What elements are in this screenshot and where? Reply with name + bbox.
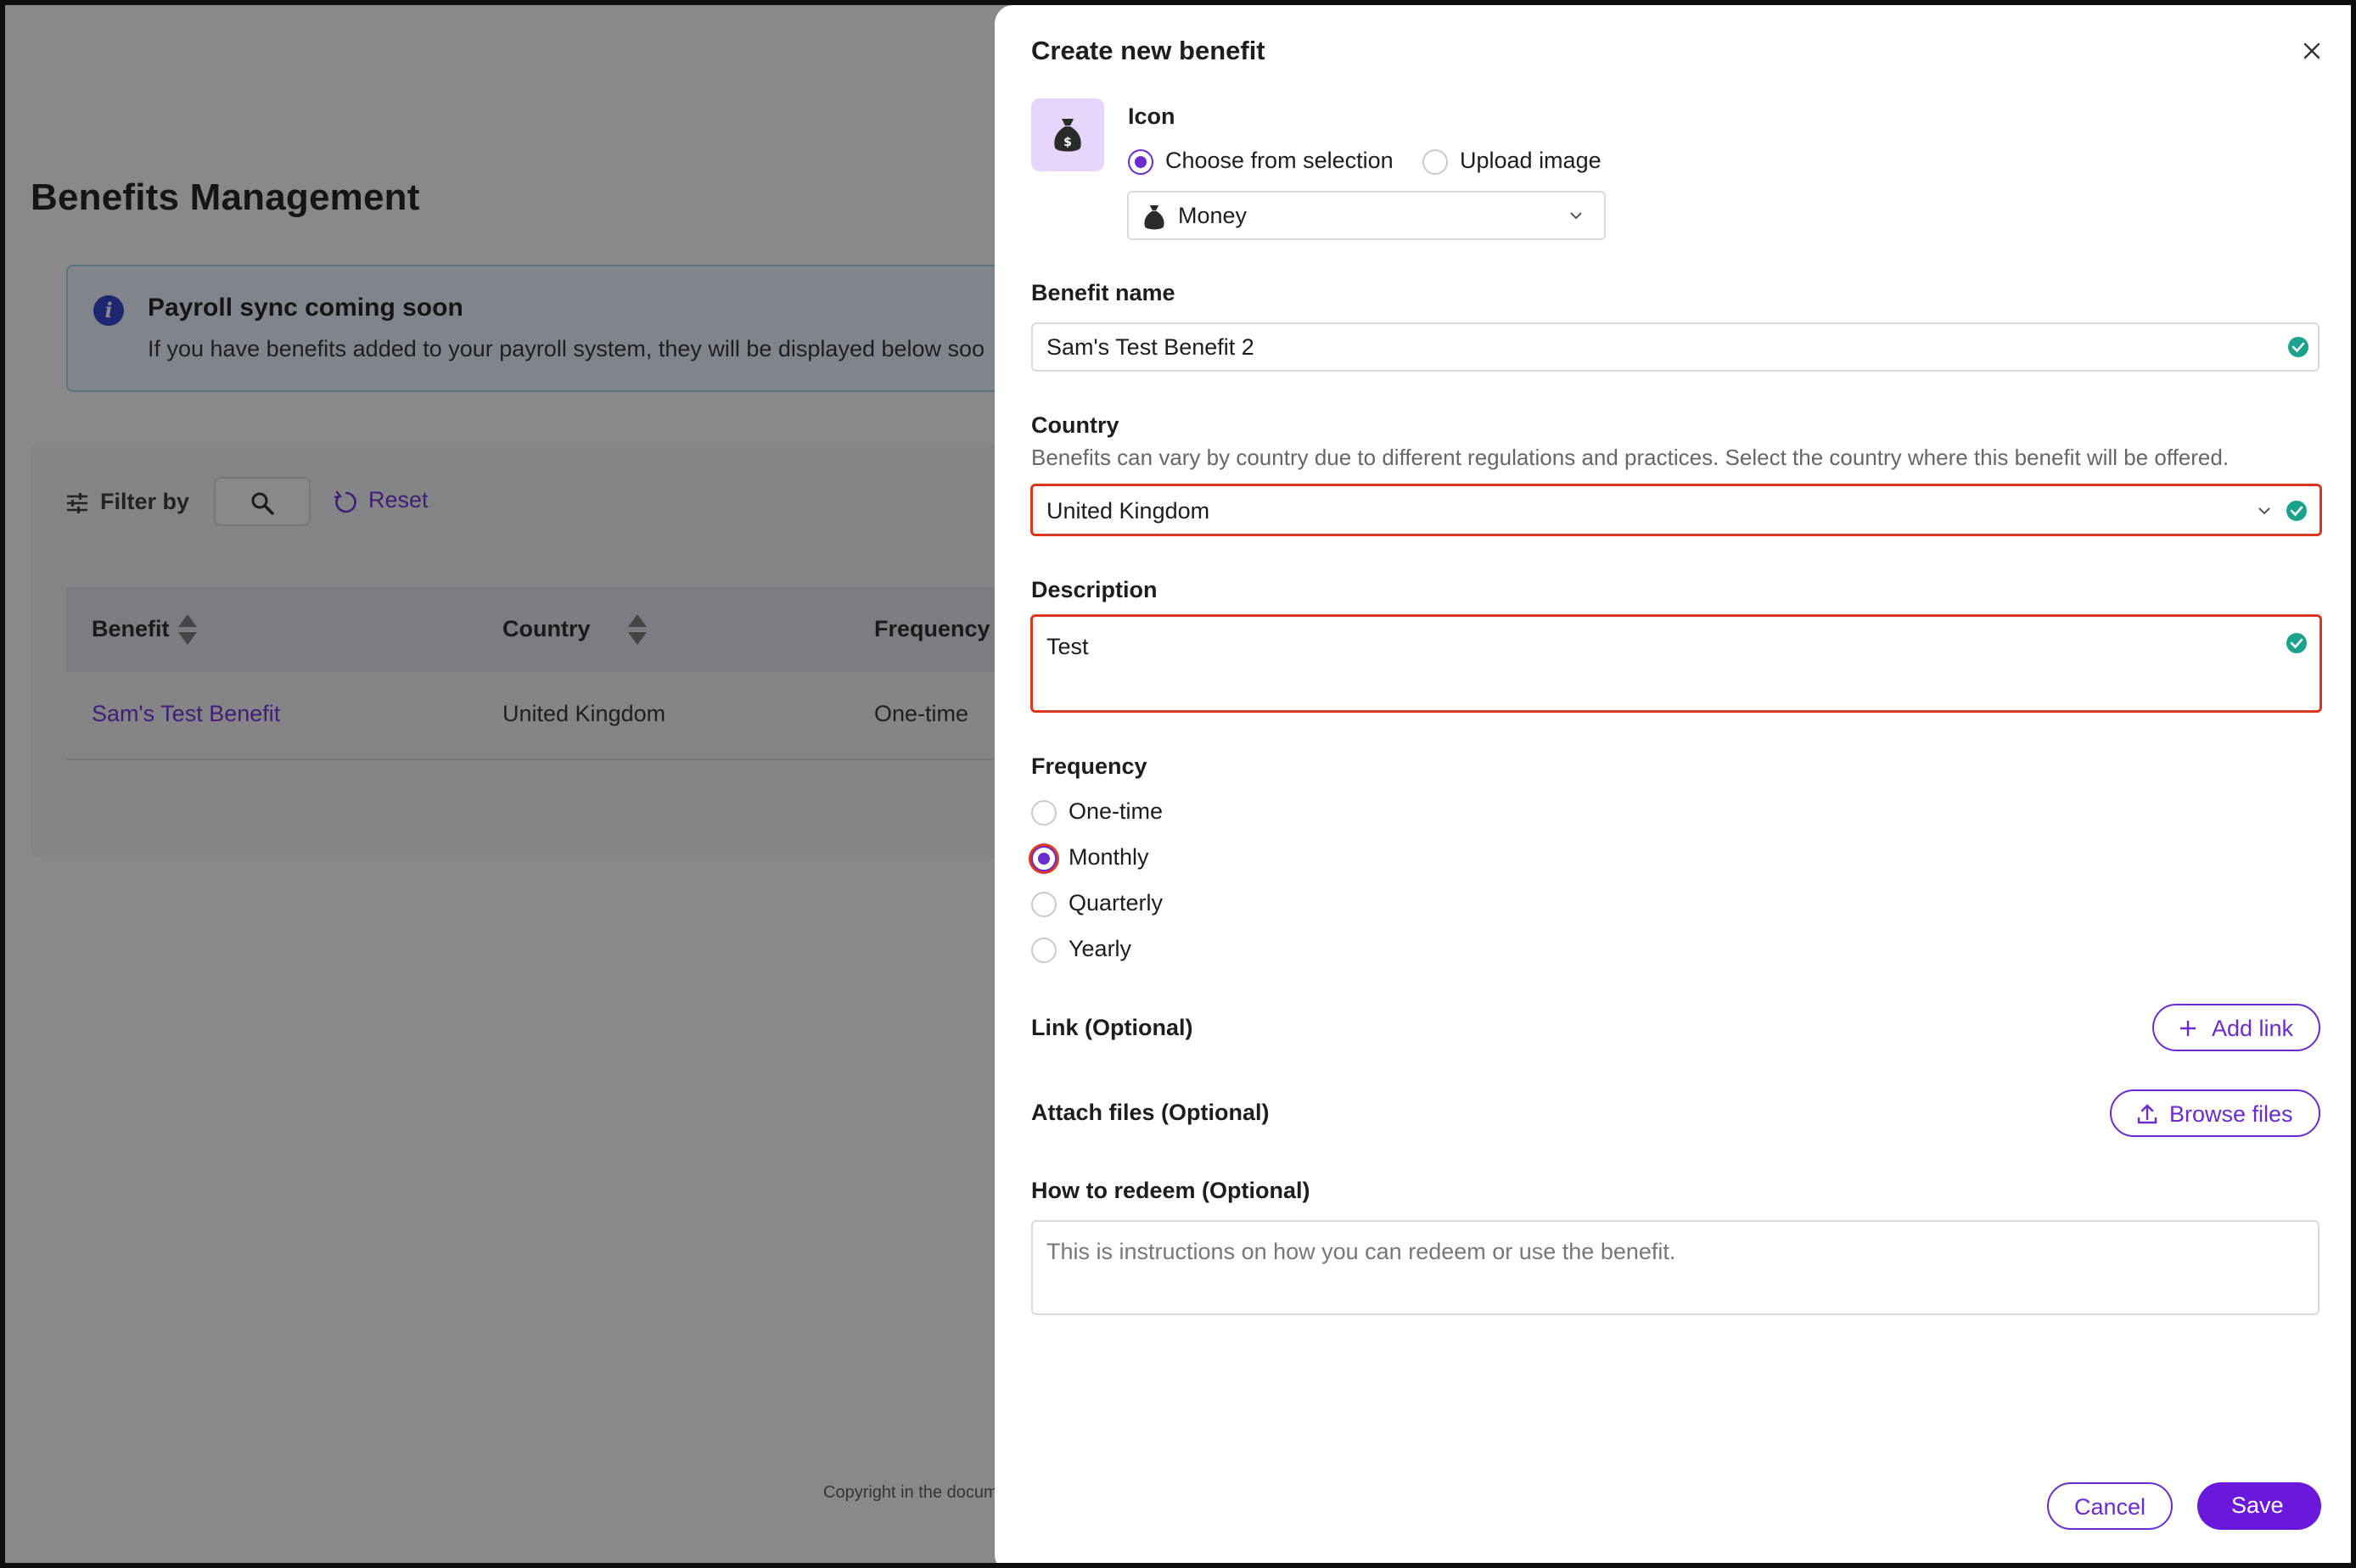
check-circle-icon — [2288, 337, 2308, 357]
monthly-label[interactable]: Monthly — [1069, 844, 1149, 871]
svg-text:$: $ — [1063, 136, 1072, 149]
attach-files-label: Attach files (Optional) — [1031, 1100, 1270, 1125]
benefit-name-label: Benefit name — [1031, 280, 1175, 305]
radio-yearly[interactable] — [1031, 938, 1057, 963]
how-to-redeem-placeholder: This is instructions on how you can rede… — [1046, 1239, 1676, 1264]
icon-preview: $ — [1031, 98, 1104, 171]
radio-choose-from-selection[interactable] — [1128, 149, 1153, 175]
quarterly-label[interactable]: Quarterly — [1069, 890, 1163, 916]
money-bag-icon — [1144, 205, 1164, 230]
check-circle-icon — [2286, 501, 2307, 521]
close-icon[interactable] — [2298, 37, 2325, 64]
how-to-redeem-label: How to redeem (Optional) — [1031, 1178, 1310, 1203]
browse-files-button[interactable]: Browse files — [2110, 1089, 2320, 1137]
app-window: Benefits Management i Payroll sync comin… — [0, 0, 2356, 1568]
yearly-label[interactable]: Yearly — [1069, 936, 1131, 962]
one-time-label[interactable]: One-time — [1069, 798, 1163, 825]
link-label: Link (Optional) — [1031, 1015, 1193, 1040]
cancel-label: Cancel — [2074, 1494, 2146, 1520]
country-select[interactable]: United Kingdom — [1030, 484, 2322, 536]
radio-quarterly[interactable] — [1031, 892, 1057, 917]
save-button[interactable]: Save — [2197, 1482, 2321, 1530]
description-textarea[interactable]: Test — [1030, 614, 2322, 713]
icon-label: Icon — [1128, 104, 1175, 129]
radio-monthly[interactable] — [1031, 846, 1057, 871]
frequency-label: Frequency — [1031, 753, 1147, 779]
icon-select-value: Money — [1178, 203, 1248, 228]
plus-icon — [2180, 1021, 2196, 1036]
save-label: Save — [2231, 1492, 2284, 1518]
choose-from-selection-label[interactable]: Choose from selection — [1165, 148, 1394, 174]
chevron-down-icon — [2258, 507, 2270, 515]
add-link-label: Add link — [2212, 1016, 2294, 1041]
create-benefit-drawer: Create new benefit $ Icon Choose from se… — [995, 5, 2351, 1563]
benefit-name-value: Sam's Test Benefit 2 — [1046, 334, 1254, 360]
description-label: Description — [1031, 577, 1158, 602]
upload-icon — [2137, 1104, 2157, 1124]
icon-select[interactable]: Money — [1127, 191, 1606, 240]
country-help-text: Benefits can vary by country due to diff… — [1031, 445, 2230, 470]
browse-files-label: Browse files — [2169, 1101, 2293, 1127]
chevron-down-icon — [1570, 212, 1582, 220]
add-link-button[interactable]: Add link — [2152, 1004, 2320, 1051]
check-circle-icon — [2286, 633, 2307, 653]
description-value: Test — [1046, 634, 1089, 659]
money-bag-icon: $ — [1054, 119, 1081, 152]
how-to-redeem-textarea[interactable]: This is instructions on how you can rede… — [1031, 1220, 2320, 1315]
upload-image-label[interactable]: Upload image — [1460, 148, 1602, 174]
cancel-button[interactable]: Cancel — [2047, 1482, 2173, 1530]
drawer-title: Create new benefit — [1031, 36, 1265, 65]
country-select-value: United Kingdom — [1046, 498, 1210, 524]
radio-upload-image[interactable] — [1422, 149, 1448, 175]
benefit-name-input[interactable]: Sam's Test Benefit 2 — [1031, 322, 2320, 372]
radio-one-time[interactable] — [1031, 800, 1057, 826]
country-label: Country — [1031, 412, 1119, 438]
